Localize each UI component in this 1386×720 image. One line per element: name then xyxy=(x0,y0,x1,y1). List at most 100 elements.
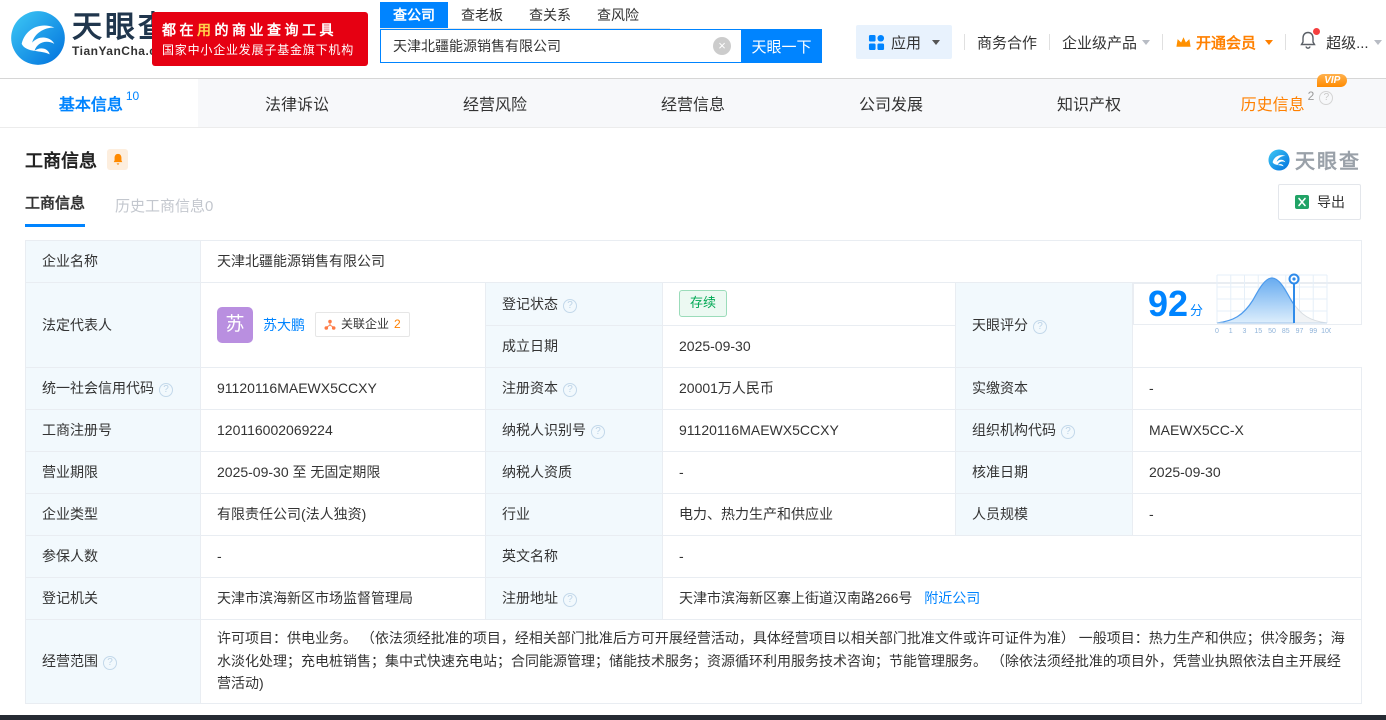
search-input[interactable] xyxy=(380,29,741,63)
field-label: 英文名称 xyxy=(485,534,663,578)
reg-capital-value: 20001万人民币 xyxy=(662,366,956,410)
taxpayer-id-value: 91120116MAEWX5CCXY xyxy=(662,408,956,452)
search-tab-risk[interactable]: 查风险 xyxy=(584,2,652,28)
help-icon[interactable]: ? xyxy=(563,592,577,607)
company-detail-tabs: 基本信息 10 法律诉讼 经营风险 经营信息 公司发展 知识产权 历史信息 2 … xyxy=(0,74,1386,128)
svg-text:99: 99 xyxy=(1309,328,1317,335)
promo-banner-line2: 国家中小企业发展子基金旗下机构 xyxy=(162,43,355,57)
help-icon[interactable]: ? xyxy=(1319,91,1334,105)
tianyancha-logo-icon[interactable] xyxy=(10,10,66,66)
field-label: 核准日期 xyxy=(955,450,1133,494)
field-label: 企业名称 xyxy=(25,240,201,283)
export-button[interactable]: 导出 xyxy=(1278,184,1361,220)
monitor-bell-icon[interactable] xyxy=(107,149,128,170)
help-icon[interactable]: ? xyxy=(159,382,173,397)
search-tabs: 查公司 查老板 查关系 查风险 xyxy=(380,2,670,29)
search-tab-company[interactable]: 查公司 xyxy=(380,2,448,28)
status-badge: 存续 xyxy=(679,290,728,318)
field-label: 企业类型 xyxy=(25,492,201,536)
legal-rep-link[interactable]: 苏大鹏 xyxy=(263,314,305,336)
watermark-logo: 天眼查 xyxy=(1268,145,1361,174)
subtab-business-info[interactable]: 工商信息 xyxy=(25,192,86,227)
business-scope-value: 许可项目：供电业务。 （依法须经批准的项目，经相关部门批准后方可开展经营活动，具… xyxy=(199,618,1363,704)
tab-operating-risk[interactable]: 经营风险 xyxy=(396,79,594,127)
reg-address-cell: 天津市滨海新区寨上街道汉南路266号 附近公司 xyxy=(661,576,1363,620)
search-area: 查公司 查老板 查关系 查风险 × 天眼一下 xyxy=(380,2,822,63)
tab-operating-info[interactable]: 经营信息 xyxy=(594,79,792,127)
help-icon[interactable]: ? xyxy=(563,382,577,397)
reg-status-value: 存续 xyxy=(662,282,956,326)
help-icon[interactable]: ? xyxy=(563,298,577,313)
chevron-down-icon xyxy=(932,39,941,45)
crown-icon xyxy=(1176,37,1191,47)
field-label: 登记状态? xyxy=(485,282,663,326)
search-tab-boss[interactable]: 查老板 xyxy=(448,2,516,28)
score-axis-ticks: 0 1 3 15 50 85 97 99 100 xyxy=(1215,328,1331,335)
table-row: 工商注册号 120116002069224 纳税人识别号? 91120116MA… xyxy=(25,408,1363,452)
business-info-table: 企业名称 天津北疆能源销售有限公司 法定代表人 苏 苏大鹏 关联企业 2 登记状… xyxy=(25,240,1363,704)
svg-text:50: 50 xyxy=(1268,328,1276,335)
site-header: 天眼查 TianYanCha.com 都在用的商业查询工具 国家中小企业发展子基… xyxy=(0,0,1386,78)
tab-intellectual-property[interactable]: 知识产权 xyxy=(990,79,1188,127)
chevron-down-icon xyxy=(1373,39,1382,45)
help-icon[interactable]: ? xyxy=(103,655,117,670)
score-value: 92 xyxy=(1148,283,1189,324)
field-label: 成立日期 xyxy=(485,324,663,368)
score-distribution-chart: 0 1 3 15 50 85 97 99 100 xyxy=(1215,273,1331,335)
field-label: 注册资本? xyxy=(485,366,663,410)
subtab-history-business-info[interactable]: 历史工商信息0 xyxy=(115,195,213,227)
search-tab-relation[interactable]: 查关系 xyxy=(516,2,584,28)
nav-open-vip[interactable]: 开通会员 xyxy=(1175,32,1274,53)
table-row: 统一社会信用代码? 91120116MAEWX5CCXY 注册资本? 20001… xyxy=(25,366,1363,410)
svg-text:1: 1 xyxy=(1229,328,1233,335)
subtab-row: 工商信息 历史工商信息0 导出 xyxy=(25,184,1361,227)
svg-text:100: 100 xyxy=(1321,328,1331,335)
credit-code-value: 91120116MAEWX5CCXY xyxy=(200,366,486,410)
org-network-icon xyxy=(324,319,336,330)
search-button[interactable]: 天眼一下 xyxy=(741,29,822,63)
nav-enterprise-products[interactable]: 企业级产品 xyxy=(1062,32,1151,53)
vip-badge: VIP xyxy=(1317,74,1348,87)
related-companies-badge[interactable]: 关联企业 2 xyxy=(315,312,410,338)
svg-text:97: 97 xyxy=(1296,328,1304,335)
divider xyxy=(964,34,966,50)
notifications-bell-icon[interactable] xyxy=(1298,27,1321,55)
watermark-logo-icon xyxy=(1268,148,1290,171)
field-label: 营业期限 xyxy=(25,450,201,494)
watermark-text: 天眼查 xyxy=(1295,151,1361,173)
field-label: 统一社会信用代码? xyxy=(25,366,201,410)
company-name-value: 天津北疆能源销售有限公司 xyxy=(199,240,1363,283)
field-label: 行业 xyxy=(485,492,663,536)
table-row: 营业期限 2025-09-30 至 无固定期限 纳税人资质 - 核准日期 202… xyxy=(25,450,1363,494)
est-date-value: 2025-09-30 xyxy=(662,324,956,368)
field-label: 纳税人资质 xyxy=(485,450,663,494)
field-label: 组织机构代码? xyxy=(955,408,1133,452)
table-row: 经营范围? 许可项目：供电业务。 （依法须经批准的项目，经相关部门批准后方可开展… xyxy=(25,618,1363,704)
score-unit: 分 xyxy=(1190,302,1204,318)
tab-company-development[interactable]: 公司发展 xyxy=(792,79,990,127)
apps-menu-button[interactable]: 应用 xyxy=(856,25,953,59)
business-term-value: 2025-09-30 至 无固定期限 xyxy=(200,450,486,494)
excel-icon xyxy=(1295,195,1309,209)
field-label: 登记机关 xyxy=(25,576,201,620)
help-icon[interactable]: ? xyxy=(1061,424,1075,439)
paid-capital-value: - xyxy=(1131,366,1363,410)
industry-value: 电力、热力生产和供应业 xyxy=(662,492,956,536)
help-icon[interactable]: ? xyxy=(591,424,605,439)
clear-search-icon[interactable]: × xyxy=(713,37,731,55)
svg-text:0: 0 xyxy=(1215,328,1219,335)
top-navigation: 应用 商务合作 企业级产品 开通会员 超级... xyxy=(856,24,1382,60)
help-icon[interactable]: ? xyxy=(1033,319,1047,334)
tianyancha-company-page: 天眼查 TianYanCha.com 都在用的商业查询工具 国家中小企业发展子基… xyxy=(0,0,1386,720)
avatar[interactable]: 苏 xyxy=(217,306,253,343)
tab-basic-info[interactable]: 基本信息 10 xyxy=(0,79,198,127)
nearby-companies-link[interactable]: 附近公司 xyxy=(924,590,980,606)
nav-business-cooperation[interactable]: 商务合作 xyxy=(977,32,1037,53)
table-row: 参保人数 - 英文名称 - xyxy=(25,534,1363,578)
tab-history-info[interactable]: 历史信息 2 ? VIP xyxy=(1188,74,1386,127)
tab-legal-proceedings[interactable]: 法律诉讼 xyxy=(198,79,396,127)
svg-text:85: 85 xyxy=(1282,328,1290,335)
insured-count-value: - xyxy=(200,534,486,578)
apps-label: 应用 xyxy=(891,34,922,52)
nav-super-vip[interactable]: 超级... xyxy=(1326,32,1382,53)
